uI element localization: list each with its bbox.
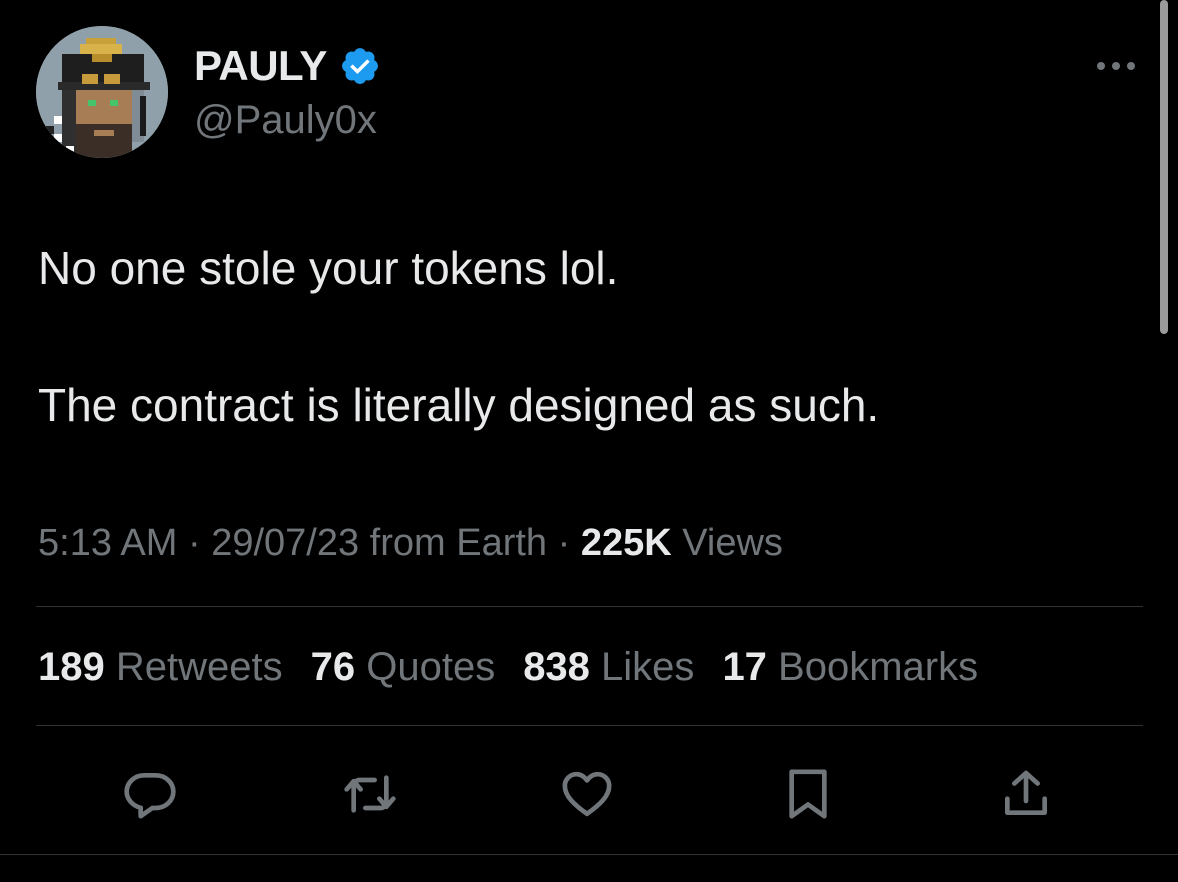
tweet-text-line-1: No one stole your tokens lol. (38, 242, 619, 294)
likes-count: 838 (523, 645, 590, 689)
author-name-row[interactable]: PAULY (194, 42, 381, 90)
views-count: 225K (580, 522, 672, 564)
share-button[interactable] (994, 762, 1058, 826)
retweets-stat[interactable]: 189 Retweets (38, 643, 283, 691)
scrollbar[interactable] (1160, 0, 1168, 334)
quotes-count: 76 (310, 645, 356, 689)
quotes-stat[interactable]: 76 Quotes (311, 643, 496, 691)
divider (36, 725, 1143, 726)
quotes-label: Quotes (355, 645, 496, 689)
retweets-label: Retweets (104, 645, 283, 689)
avatar-image (36, 26, 168, 158)
bookmarks-count: 17 (722, 645, 767, 689)
bookmark-button[interactable] (776, 762, 840, 826)
author-display-name[interactable]: PAULY (194, 42, 327, 90)
retweet-button[interactable] (338, 762, 402, 826)
views-label: Views (671, 522, 783, 564)
tweet-timestamp-source[interactable]: 5:13 AM · 29/07/23 from Earth · (38, 522, 581, 564)
likes-stat[interactable]: 838 Likes (523, 643, 694, 691)
reply-icon (124, 773, 176, 819)
retweet-icon (344, 775, 396, 813)
divider (36, 606, 1143, 607)
bookmark-icon (789, 769, 827, 819)
like-button[interactable] (555, 762, 619, 826)
tweet-text-line-2: The contract is literally designed as su… (38, 379, 880, 431)
bookmarks-label: Bookmarks (766, 645, 979, 689)
bookmarks-stat[interactable]: 17 Bookmarks (722, 643, 978, 691)
tweet-detail: PAULY @Pauly0x No one stole your tokens … (0, 0, 1178, 882)
heart-icon (562, 771, 612, 817)
tweet-meta: 5:13 AM · 29/07/23 from Earth · 225K Vie… (38, 519, 783, 567)
share-icon (1005, 770, 1047, 815)
avatar[interactable] (36, 26, 168, 158)
author-handle[interactable]: @Pauly0x (194, 96, 377, 144)
divider (0, 854, 1178, 855)
verified-badge-icon (341, 48, 378, 84)
more-icon[interactable] (1094, 54, 1138, 78)
engagement-stats: 189 Retweets 76 Quotes 838 Likes 17 Book… (38, 643, 978, 691)
reply-button[interactable] (118, 762, 182, 826)
likes-label: Likes (589, 645, 695, 689)
retweets-count: 189 (38, 645, 105, 689)
